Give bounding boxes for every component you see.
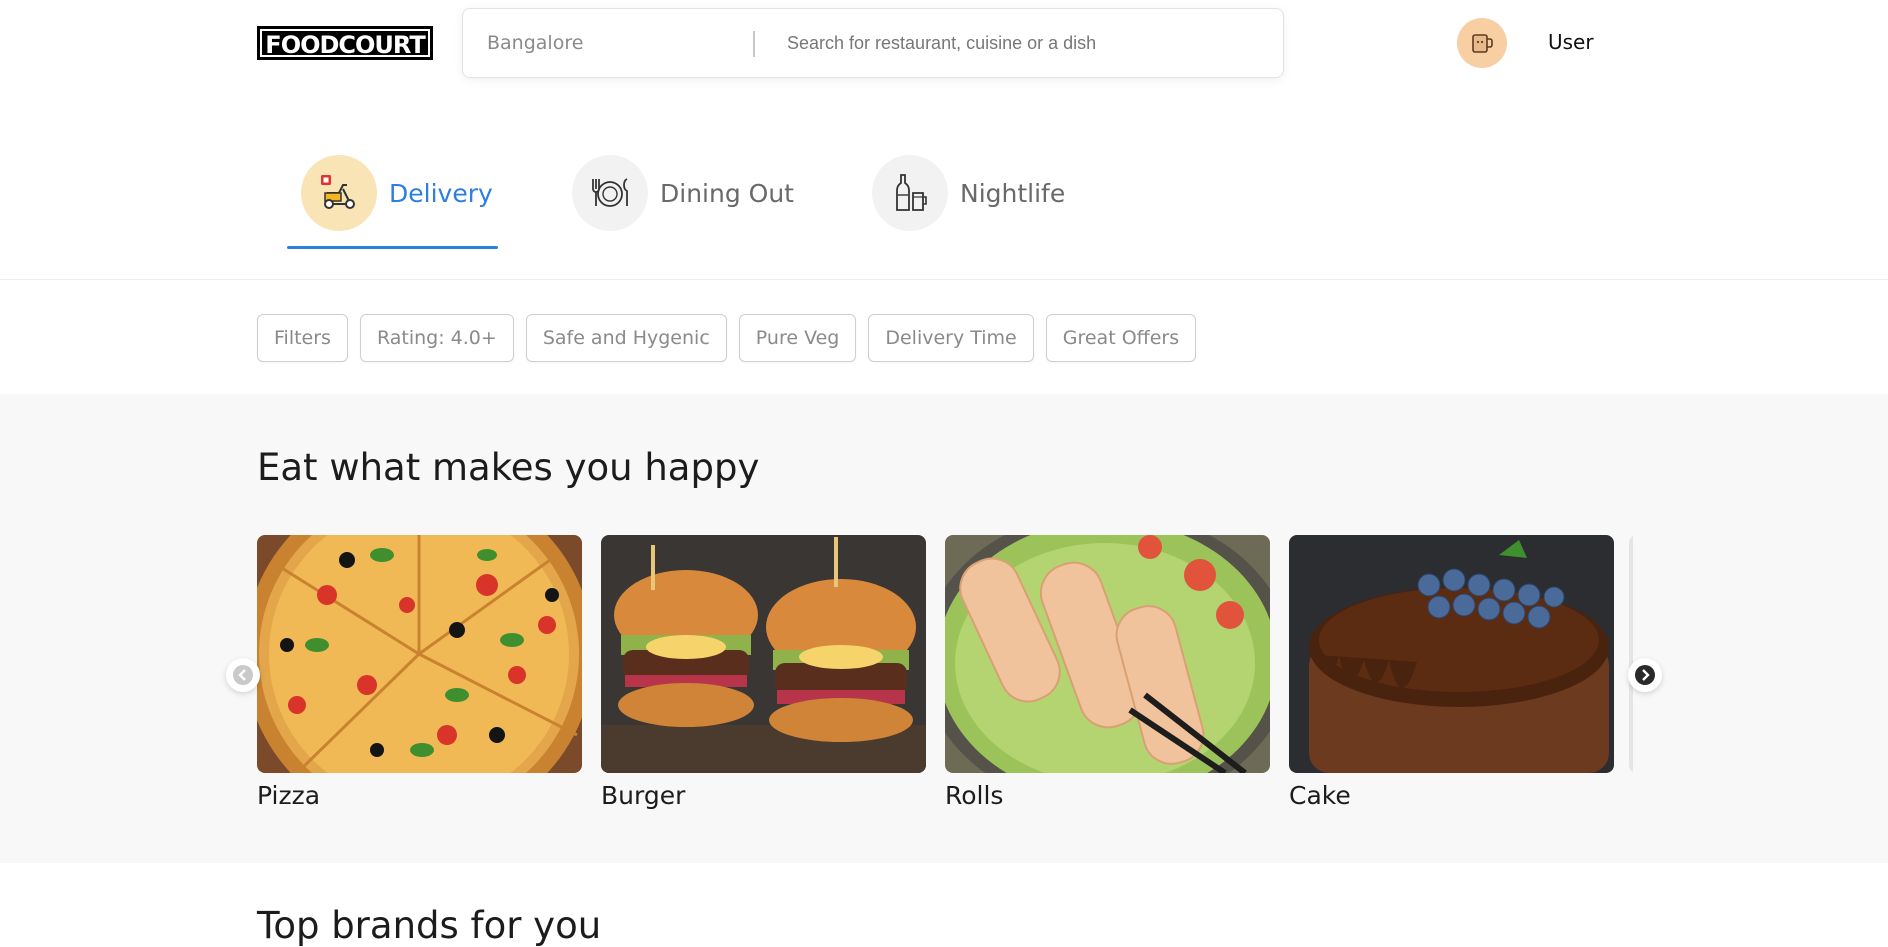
service-tabs: Delivery Dining Out Nightlife bbox=[0, 140, 1888, 280]
filter-chip-filters[interactable]: Filters bbox=[257, 314, 348, 362]
filter-chip-pure-veg[interactable]: Pure Veg bbox=[738, 314, 857, 362]
active-tab-indicator bbox=[287, 246, 498, 249]
user-menu[interactable]: User bbox=[1548, 30, 1594, 54]
tab-nightlife-label: Nightlife bbox=[960, 178, 1066, 208]
filter-chip-rating[interactable]: Rating: 4.0+ bbox=[359, 314, 514, 362]
cake-image bbox=[1289, 535, 1614, 773]
search-input[interactable] bbox=[787, 23, 1267, 63]
search-bar: Bangalore bbox=[462, 8, 1284, 78]
chevron-left-icon bbox=[233, 665, 253, 685]
tab-dining-out-label: Dining Out bbox=[660, 178, 794, 208]
foodcourt-logo[interactable]: FOODCOURT bbox=[257, 26, 433, 60]
search-divider bbox=[753, 31, 755, 57]
pizza-image bbox=[257, 535, 582, 773]
category-card-cake[interactable]: Cake bbox=[1289, 535, 1614, 810]
tab-dining-icon-wrap bbox=[572, 155, 648, 231]
burger-image bbox=[601, 535, 926, 773]
category-card-rolls[interactable]: Rolls bbox=[945, 535, 1270, 810]
category-card-burger[interactable]: Burger bbox=[601, 535, 926, 810]
bottle-glass-icon bbox=[896, 174, 927, 211]
filter-chip-great-offers[interactable]: Great Offers bbox=[1045, 314, 1197, 362]
tab-dining-out[interactable]: Dining Out bbox=[572, 148, 794, 238]
category-label: Rolls bbox=[945, 781, 1004, 810]
user-avatar[interactable] bbox=[1457, 18, 1507, 68]
tab-delivery[interactable]: Delivery bbox=[301, 148, 493, 238]
filter-chip-delivery-time[interactable]: Delivery Time bbox=[868, 314, 1034, 362]
chevron-right-icon bbox=[1635, 665, 1655, 685]
tab-nightlife[interactable]: Nightlife bbox=[872, 148, 1065, 238]
filter-chip-safe-hygenic[interactable]: Safe and Hygenic bbox=[525, 314, 727, 362]
happy-section: Eat what makes you happy Pizza Burger Ro… bbox=[0, 394, 1888, 863]
carousel-next-button[interactable] bbox=[1628, 658, 1662, 692]
filter-chips: Filters Rating: 4.0+ Safe and Hygenic Pu… bbox=[257, 314, 1197, 362]
tab-delivery-icon-wrap bbox=[301, 155, 377, 231]
mug-avatar-icon bbox=[1472, 34, 1493, 53]
next-card-peek bbox=[1629, 535, 1633, 773]
carousel-prev-button[interactable] bbox=[226, 658, 260, 692]
rolls-image bbox=[945, 535, 1270, 773]
category-card-pizza[interactable]: Pizza bbox=[257, 535, 582, 810]
top-header: FOODCOURT Bangalore User bbox=[0, 0, 1888, 90]
category-label: Pizza bbox=[257, 781, 321, 810]
scooter-icon bbox=[321, 175, 355, 209]
category-carousel: Pizza Burger Rolls Cake bbox=[257, 535, 1633, 825]
tab-nightlife-icon-wrap bbox=[872, 155, 948, 231]
happy-section-title: Eat what makes you happy bbox=[257, 446, 760, 489]
location-selector[interactable]: Bangalore bbox=[487, 9, 583, 77]
category-label: Burger bbox=[601, 781, 686, 810]
tab-delivery-label: Delivery bbox=[389, 178, 493, 208]
brands-section-title: Top brands for you bbox=[257, 904, 602, 947]
plate-cutlery-icon bbox=[592, 178, 628, 207]
category-label: Cake bbox=[1289, 781, 1351, 810]
